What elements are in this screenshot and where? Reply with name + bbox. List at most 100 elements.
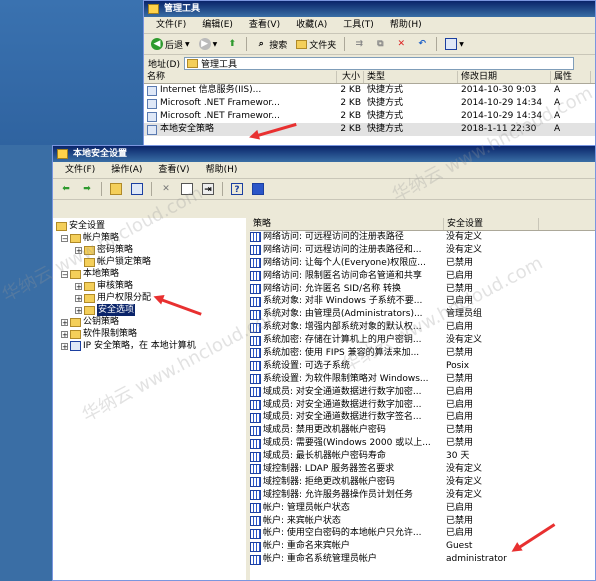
tree-item-software-restriction[interactable]: + 软件限制策略 xyxy=(61,328,137,340)
column-date[interactable]: 修改日期 xyxy=(458,71,551,83)
back-button[interactable]: ⬅ xyxy=(57,181,75,197)
expand-icon[interactable]: + xyxy=(61,318,68,326)
expand-icon[interactable]: + xyxy=(61,342,68,350)
policy-row[interactable]: 域成员: 对安全通道数据进行数字加密... 已启用 xyxy=(250,399,595,412)
policy-row[interactable]: 域成员: 最长机器帐户密码寿命 30 天 xyxy=(250,450,595,463)
list-item[interactable]: Internet 信息服务(IIS)... 2 KB 快捷方式 2014-10-… xyxy=(144,84,595,97)
menu-help[interactable]: 帮助(H) xyxy=(382,17,430,33)
forward-button[interactable]: ▶ ▼ xyxy=(196,36,221,52)
policy-row[interactable]: 系统对象: 由管理员(Administrators)... 管理员组 xyxy=(250,308,595,321)
policy-row[interactable]: 帐户: 来宾帐户状态 已禁用 xyxy=(250,515,595,528)
list-item[interactable]: Microsoft .NET Framewor... 2 KB 快捷方式 201… xyxy=(144,97,595,110)
policy-icon xyxy=(250,438,261,449)
policy-icon xyxy=(250,296,261,307)
policy-row[interactable]: 系统对象: 对非 Windows 子系统不要... 已启用 xyxy=(250,295,595,308)
security-titlebar[interactable]: 本地安全设置 xyxy=(53,146,595,162)
policy-row[interactable]: 网络访问: 允许匿名 SID/名称 转换 已禁用 xyxy=(250,283,595,296)
expand-icon[interactable]: + xyxy=(75,306,82,314)
list-item[interactable]: Microsoft .NET Framewor... 2 KB 快捷方式 201… xyxy=(144,110,595,123)
tree-item-audit-policy[interactable]: + 审核策略 xyxy=(75,280,133,292)
policy-row[interactable]: 网络访问: 让每个人(Everyone)权限应... 已禁用 xyxy=(250,257,595,270)
expand-icon[interactable]: + xyxy=(75,282,82,290)
policy-name: 帐户: 重命名来宾帐户 xyxy=(263,541,350,552)
tree-item-password-policy[interactable]: + 密码策略 xyxy=(75,244,133,256)
policy-row[interactable]: 域控制器: LDAP 服务器签名要求 没有定义 xyxy=(250,463,595,476)
policy-name-cell: 域控制器: LDAP 服务器签名要求 xyxy=(250,463,444,476)
menu-file[interactable]: 文件(F) xyxy=(57,162,103,178)
tree-item-account-lockout-policy[interactable]: 帐户锁定策略 xyxy=(84,256,151,268)
delete-button[interactable]: ✕ xyxy=(157,181,175,197)
menu-file[interactable]: 文件(F) xyxy=(148,17,194,33)
menu-action[interactable]: 操作(A) xyxy=(103,162,150,178)
tree-item-user-rights-assignment[interactable]: + 用户权限分配 xyxy=(75,292,151,304)
properties-button[interactable] xyxy=(178,181,196,197)
tree-item-public-key-policies[interactable]: + 公钥策略 xyxy=(61,316,119,328)
tree-label: 帐户策略 xyxy=(83,233,120,243)
mmc-button[interactable] xyxy=(249,181,267,197)
forward-button[interactable]: ➡ xyxy=(78,181,96,197)
policy-row[interactable]: 域成员: 对安全通道数据进行数字加密... 已启用 xyxy=(250,386,595,399)
admin-tools-titlebar[interactable]: 管理工具 xyxy=(144,1,595,17)
policy-setting: 已禁用 xyxy=(446,373,474,384)
column-attr[interactable]: 属性 xyxy=(551,71,591,83)
address-field[interactable]: 管理工具 xyxy=(183,57,574,70)
policy-row[interactable]: 网络访问: 可远程访问的注册表路径 没有定义 xyxy=(250,231,595,244)
tree-item-security-settings[interactable]: 安全设置 xyxy=(56,220,105,232)
menu-view[interactable]: 查看(V) xyxy=(150,162,197,178)
column-security-setting[interactable]: 安全设置 xyxy=(444,218,539,230)
tree-item-ip-security[interactable]: + IP 安全策略，在 本地计算机 xyxy=(61,340,196,352)
menu-favorites[interactable]: 收藏(A) xyxy=(288,17,335,33)
up-button[interactable]: ⬆ xyxy=(223,36,241,52)
policy-row[interactable]: 域控制器: 允许服务器操作员计划任务 没有定义 xyxy=(250,489,595,502)
collapse-icon[interactable]: − xyxy=(61,234,68,242)
menu-view[interactable]: 查看(V) xyxy=(241,17,288,33)
policy-row[interactable]: 帐户: 重命名来宾帐户 Guest xyxy=(250,540,595,553)
views-button[interactable]: ▼ xyxy=(442,36,467,52)
export-button[interactable]: ⇥ xyxy=(199,181,217,197)
policy-setting: 已启用 xyxy=(446,386,474,397)
policy-row[interactable]: 系统加密: 存储在计算机上的用户密钥... 没有定义 xyxy=(250,334,595,347)
collapse-icon[interactable]: − xyxy=(61,270,68,278)
policy-row[interactable]: 域成员: 对安全通道数据进行数字签名... 已启用 xyxy=(250,411,595,424)
menu-help[interactable]: 帮助(H) xyxy=(198,162,246,178)
folder-icon xyxy=(70,329,81,339)
column-size[interactable]: 大小 xyxy=(337,71,364,83)
menu-edit[interactable]: 编辑(E) xyxy=(194,17,241,33)
expand-icon[interactable]: + xyxy=(61,330,68,338)
policy-name: 网络访问: 可远程访问的注册表路径 xyxy=(263,232,404,242)
policy-row[interactable]: 域控制器: 拒绝更改机器帐户密码 没有定义 xyxy=(250,476,595,489)
policy-icon xyxy=(250,412,261,423)
help-button[interactable]: ? xyxy=(228,181,246,197)
menu-tools[interactable]: 工具(T) xyxy=(335,17,382,33)
tree-item-account-policies[interactable]: − 帐户策略 xyxy=(61,232,119,244)
policy-setting: 已启用 xyxy=(446,296,474,307)
expand-icon[interactable]: + xyxy=(75,294,82,302)
policy-row[interactable]: 系统设置: 为软件限制策略对 Windows... 已禁用 xyxy=(250,373,595,386)
copy-to-button[interactable]: ⧉ xyxy=(371,36,389,52)
policy-row[interactable]: 域成员: 禁用更改机器帐户密码 已禁用 xyxy=(250,424,595,437)
tree-item-security-options[interactable]: + 安全选项 xyxy=(75,304,136,316)
policy-row[interactable]: 帐户: 重命名系统管理员帐户 administrator xyxy=(250,553,595,566)
policy-row[interactable]: 系统设置: 可选子系统 Posix xyxy=(250,360,595,373)
column-name[interactable]: 名称 xyxy=(144,71,337,83)
policy-row[interactable]: 系统对象: 增强内部系统对象的默认权... 已启用 xyxy=(250,321,595,334)
show-tree-button[interactable] xyxy=(128,181,146,197)
ip-security-icon xyxy=(70,341,81,351)
tree-item-local-policies[interactable]: − 本地策略 xyxy=(61,268,119,280)
folders-button[interactable]: 文件夹 xyxy=(293,36,339,52)
move-to-button[interactable]: ⇉ xyxy=(350,36,368,52)
back-button[interactable]: ◀ 后退 ▼ xyxy=(148,36,193,52)
policy-row[interactable]: 域成员: 需要强(Windows 2000 或以上... 已禁用 xyxy=(250,437,595,450)
expand-icon[interactable]: + xyxy=(75,246,82,254)
undo-button[interactable]: ↶ xyxy=(413,36,431,52)
delete-button[interactable]: ✕ xyxy=(392,36,410,52)
policy-row[interactable]: 帐户: 管理员帐户状态 已启用 xyxy=(250,502,595,515)
list-item-local-security-policy[interactable]: 本地安全策略 2 KB 快捷方式 2018-1-11 22:30 A xyxy=(144,123,595,136)
search-button[interactable]: ⌕ 搜索 xyxy=(252,36,290,52)
column-type[interactable]: 类型 xyxy=(364,71,458,83)
policy-row[interactable]: 网络访问: 限制匿名访问命名管道和共享 已启用 xyxy=(250,270,595,283)
up-level-button[interactable] xyxy=(107,181,125,197)
column-policy[interactable]: 策略 xyxy=(250,218,444,230)
policy-row[interactable]: 网络访问: 可远程访问的注册表路径和... 没有定义 xyxy=(250,244,595,257)
policy-row[interactable]: 系统加密: 使用 FIPS 兼容的算法来加... 已禁用 xyxy=(250,347,595,360)
